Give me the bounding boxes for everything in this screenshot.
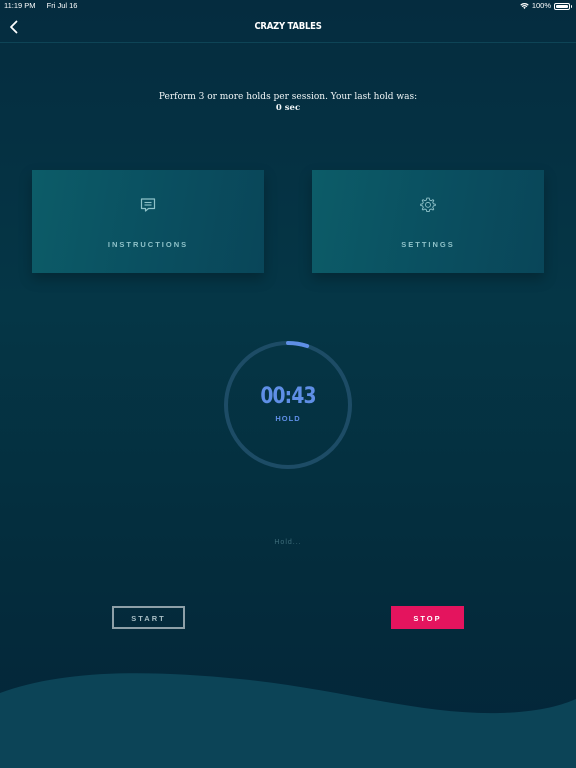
status-bar: 11:19 PM Fri Jul 16 100% [0,0,576,12]
battery-percent: 100% [531,1,551,10]
page-title: CRAZY TABLES [254,21,322,32]
status-date: Fri Jul 16 [46,1,78,10]
session-instruction: Perform 3 or more holds per session. You… [158,92,418,102]
settings-label: SETTINGS [401,240,455,249]
timer-time: 00:43 [260,384,316,409]
wave-decoration [0,673,576,768]
battery-fill [556,4,568,8]
chevron-left-icon [10,20,18,34]
last-hold-value: 0 sec [275,103,301,113]
battery-icon [554,2,572,10]
status-left: 11:19 PM Fri Jul 16 [4,0,77,12]
stop-button[interactable]: STOP [391,606,464,629]
status-right: 100% [520,0,572,12]
gear-icon [419,196,437,214]
session-info: Perform 3 or more holds per session. You… [0,92,576,114]
back-button[interactable] [6,19,22,35]
nav-bar: CRAZY TABLES [0,12,576,43]
start-button[interactable]: START [112,606,185,629]
instructions-label: INSTRUCTIONS [107,240,189,249]
instructions-card[interactable]: INSTRUCTIONS [32,170,264,273]
settings-card[interactable]: SETTINGS [312,170,544,273]
status-time: 11:19 PM [4,1,36,10]
hold-status-text: Hold... [274,539,302,546]
hold-timer: 00:43 HOLD [223,340,353,470]
message-icon [139,196,157,214]
timer-phase: HOLD [275,414,301,423]
wifi-icon [520,2,529,10]
